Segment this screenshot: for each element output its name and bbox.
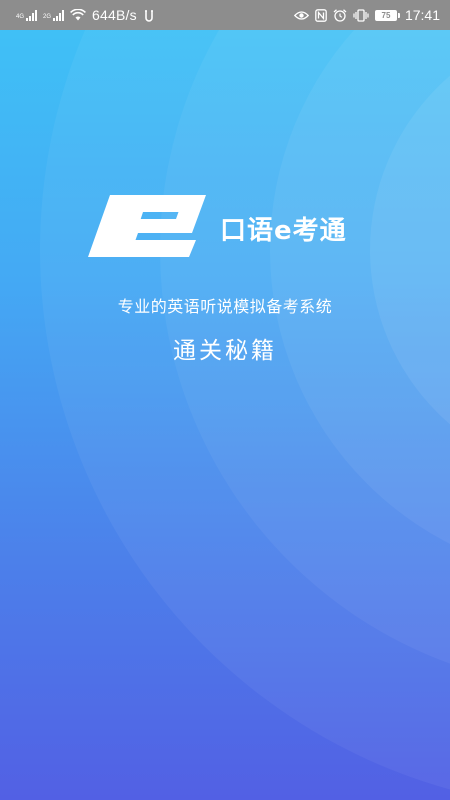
signal-icon bbox=[26, 9, 38, 21]
network-type-2: 2G bbox=[43, 14, 52, 20]
usb-debug-icon bbox=[145, 9, 153, 22]
status-bar-left: 4G 2G 644B/s bbox=[16, 7, 155, 23]
clock: 17:41 bbox=[404, 7, 440, 23]
vibrate-icon bbox=[353, 8, 369, 22]
signal-icon bbox=[53, 9, 65, 21]
status-bar: 4G 2G 644B/s 75 17:41 bbox=[0, 0, 450, 30]
slogan: 通关秘籍 bbox=[173, 338, 277, 364]
network-type-1: 4G bbox=[16, 14, 25, 20]
app-logo bbox=[88, 193, 208, 259]
eye-icon bbox=[293, 10, 309, 20]
splash-screen: 4G 2G 644B/s 75 17:41 口语e考通 专业的英语听说模拟备考系… bbox=[0, 0, 450, 800]
background-arcs bbox=[40, 0, 450, 790]
battery-icon: 75 bbox=[374, 9, 400, 21]
status-bar-right: 75 17:41 bbox=[293, 7, 440, 23]
alarm-icon bbox=[333, 8, 347, 22]
nfc-icon bbox=[315, 8, 327, 22]
network-speed: 644B/s bbox=[92, 7, 137, 23]
e-logo-icon bbox=[88, 195, 206, 257]
wifi-icon bbox=[70, 9, 86, 21]
tagline: 专业的英语听说模拟备考系统 bbox=[117, 297, 333, 316]
app-name: 口语e考通 bbox=[220, 216, 347, 246]
